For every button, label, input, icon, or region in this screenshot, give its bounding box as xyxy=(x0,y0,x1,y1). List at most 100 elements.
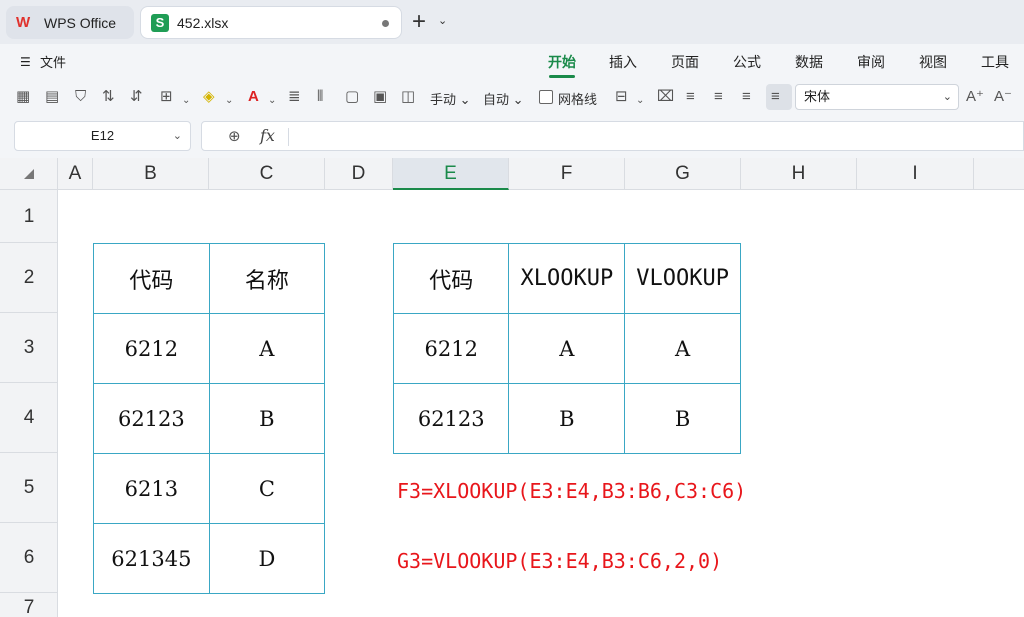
fit-icon[interactable]: ◫ xyxy=(401,88,415,106)
freeze-icon[interactable]: ▣ xyxy=(373,88,387,106)
cell-b4[interactable]: 62123 xyxy=(93,383,210,454)
cell-g3[interactable]: A xyxy=(624,313,741,384)
xlookup-formula-note[interactable]: F3=XLOOKUP(E3:E4,B3:B6,C3:C6) xyxy=(397,479,746,503)
file-menu[interactable]: ☰ 文件 xyxy=(20,52,66,71)
table-row: 6213 C xyxy=(93,453,326,524)
cell-c6[interactable]: D xyxy=(208,523,326,594)
row-header-3[interactable]: 3 xyxy=(0,313,58,383)
cell-c5[interactable]: C xyxy=(208,453,326,524)
title-bar: W WPS Office S 452.xlsx + ⌄ xyxy=(0,0,1024,44)
tab-data[interactable]: 数据 xyxy=(795,52,823,72)
column-header-a[interactable]: A xyxy=(58,158,93,190)
insert-cells-icon[interactable]: ▢ xyxy=(345,88,359,106)
ribbon-tabs: ☰ 文件 开始 插入 页面 公式 数据 审阅 视图 工具 xyxy=(0,44,1024,78)
cell-e2[interactable]: 代码 xyxy=(392,243,510,314)
align-center-icon[interactable]: ≡ xyxy=(714,88,723,106)
fill-color-icon[interactable]: ◈ xyxy=(203,88,215,106)
font-family-select[interactable]: 宋体 ⌄ xyxy=(795,84,959,110)
cell-b6[interactable]: 621345 xyxy=(93,523,210,594)
row-header-7[interactable]: 7 xyxy=(0,593,58,617)
column-header-h[interactable]: H xyxy=(741,158,857,190)
table-style-chevron-icon[interactable]: ⌄ xyxy=(636,92,644,110)
column-header-g[interactable]: G xyxy=(625,158,741,190)
tab-tools[interactable]: 工具 xyxy=(981,52,1009,72)
cell-c2[interactable]: 名称 xyxy=(208,243,326,314)
cell-b3[interactable]: 6212 xyxy=(93,313,210,384)
row-header-5[interactable]: 5 xyxy=(0,453,58,523)
vlookup-formula-note[interactable]: G3=VLOOKUP(E3:E4,B3:C6,2,0) xyxy=(397,549,722,573)
tab-formulas[interactable]: 公式 xyxy=(733,52,761,72)
wrap-icon[interactable]: ≣ xyxy=(288,88,301,106)
tab-file[interactable]: S 452.xlsx xyxy=(140,6,402,39)
formula-input[interactable]: ⊕ fx xyxy=(201,121,1024,151)
table-row: 代码 名称 xyxy=(93,243,326,314)
cell-c3[interactable]: A xyxy=(208,313,326,384)
chevron-down-icon[interactable]: ⌄ xyxy=(438,14,447,27)
gridlines-checkbox[interactable] xyxy=(539,90,553,104)
tab-home[interactable]: 开始 xyxy=(548,52,576,72)
manual-dropdown[interactable]: 手动 ⌄ xyxy=(430,89,471,108)
gridlines-label: 网格线 xyxy=(558,92,598,107)
sort-ascending-icon[interactable]: ⇅ xyxy=(102,88,115,106)
tab-wps-office[interactable]: W WPS Office xyxy=(6,6,134,39)
column-header-b[interactable]: B xyxy=(93,158,209,190)
font-family-value: 宋体 xyxy=(804,89,831,104)
column-header-e[interactable]: E xyxy=(393,158,509,190)
column-header-d[interactable]: D xyxy=(325,158,393,190)
table-row: 621345 D xyxy=(93,523,326,594)
number-format-icon[interactable]: ▦ xyxy=(16,88,30,106)
fill-color-chevron-icon[interactable]: ⌄ xyxy=(225,92,233,110)
paste-format-icon[interactable]: ▤ xyxy=(45,88,59,106)
auto-dropdown[interactable]: 自动 ⌄ xyxy=(483,89,524,108)
table-row: 代码 XLOOKUP VLOOKUP xyxy=(392,243,741,314)
tab-view[interactable]: 视图 xyxy=(919,52,947,72)
filter-icon[interactable]: ⛉ xyxy=(75,88,86,106)
name-box[interactable]: E12 ⌄ xyxy=(14,121,191,151)
merge-icon[interactable]: ⫴ xyxy=(317,88,323,106)
new-tab-plus-icon[interactable]: + xyxy=(412,10,426,34)
font-chevron-icon: ⌄ xyxy=(942,91,952,103)
row-header-4[interactable]: 4 xyxy=(0,383,58,453)
zoom-icon[interactable]: ⊕ xyxy=(228,127,241,145)
align-right-icon[interactable]: ≡ xyxy=(742,88,751,106)
row-header-1[interactable]: 1 xyxy=(0,190,58,243)
align-left-icon[interactable]: ≡ xyxy=(686,88,695,106)
sheet-area[interactable]: 代码 名称 6212 A 62123 B 6213 C 621345 D 代码 … xyxy=(58,190,1024,617)
cell-f3[interactable]: A xyxy=(508,313,626,384)
cell-g4[interactable]: B xyxy=(624,383,741,454)
auto-label: 自动 xyxy=(483,92,510,107)
cell-f4[interactable]: B xyxy=(508,383,626,454)
column-header-i[interactable]: I xyxy=(857,158,974,190)
row-header-2[interactable]: 2 xyxy=(0,243,58,313)
increase-font-icon[interactable]: A⁺ xyxy=(966,88,984,106)
unsaved-dot-icon[interactable] xyxy=(382,20,389,27)
fx-icon[interactable]: fx xyxy=(260,126,275,145)
cell-b2[interactable]: 代码 xyxy=(93,243,210,314)
cell-e4[interactable]: 62123 xyxy=(392,383,510,454)
cell-c4[interactable]: B xyxy=(208,383,326,454)
table-row: 6212 A A xyxy=(392,313,741,384)
tab-review[interactable]: 审阅 xyxy=(857,52,885,72)
cell-e3[interactable]: 6212 xyxy=(392,313,510,384)
sort-descending-icon[interactable]: ⇵ xyxy=(130,88,143,106)
tab-insert[interactable]: 插入 xyxy=(609,52,637,72)
column-header-c[interactable]: C xyxy=(209,158,325,190)
cell-reference: E12 xyxy=(90,128,115,143)
select-all-corner[interactable] xyxy=(0,158,58,190)
column-header-f[interactable]: F xyxy=(509,158,625,190)
font-color-icon[interactable]: A xyxy=(248,88,259,106)
clear-format-icon[interactable]: ⌧ xyxy=(657,88,674,106)
cell-g2[interactable]: VLOOKUP xyxy=(624,243,741,314)
spreadsheet-icon: S xyxy=(151,13,169,32)
cell-f2[interactable]: XLOOKUP xyxy=(508,243,626,314)
decrease-font-icon[interactable]: A⁻ xyxy=(994,88,1012,106)
row-header-6[interactable]: 6 xyxy=(0,523,58,593)
font-color-chevron-icon[interactable]: ⌄ xyxy=(268,92,276,110)
table-row: 6212 A xyxy=(93,313,326,384)
borders-icon[interactable]: ⊞ xyxy=(160,88,173,106)
table-style-icon[interactable]: ⊟ xyxy=(615,88,628,106)
tab-file-label: 452.xlsx xyxy=(177,14,229,31)
cell-b5[interactable]: 6213 xyxy=(93,453,210,524)
tab-page[interactable]: 页面 xyxy=(671,52,699,72)
borders-chevron-icon[interactable]: ⌄ xyxy=(182,92,190,110)
